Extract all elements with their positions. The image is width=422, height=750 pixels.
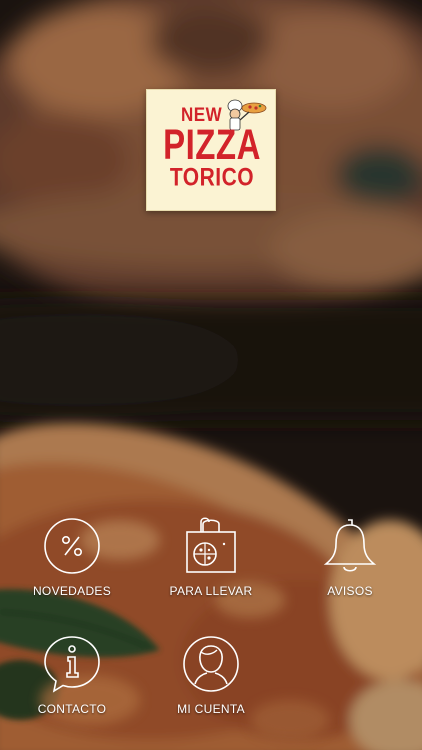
logo-text-pizza: PIZZA (163, 120, 261, 169)
menu-label: NOVEDADES (32, 584, 112, 598)
menu-label: AVISOS (327, 584, 373, 598)
takeaway-bag-icon (186, 517, 236, 573)
info-icon (44, 636, 100, 693)
logo-text-torico: TORICO (169, 164, 255, 192)
app-screen: NEW PIZZA TORICO NOVEDADES PARA LLEVAR A… (0, 0, 422, 750)
menu-label: PARA LLEVAR (169, 584, 253, 598)
bell-icon (323, 519, 377, 572)
percent-icon (44, 518, 100, 574)
menu-novedades[interactable]: NOVEDADES (2, 516, 142, 598)
menu-mi-cuenta[interactable]: MI CUENTA (141, 634, 281, 716)
menu-contacto[interactable]: CONTACTO (2, 634, 142, 716)
brand-logo: NEW PIZZA TORICO (146, 89, 276, 211)
user-icon (183, 636, 239, 692)
menu-para-llevar[interactable]: PARA LLEVAR (141, 516, 281, 598)
menu-label: CONTACTO (37, 702, 107, 716)
menu-label: MI CUENTA (177, 702, 245, 716)
menu-avisos[interactable]: AVISOS (280, 516, 420, 598)
